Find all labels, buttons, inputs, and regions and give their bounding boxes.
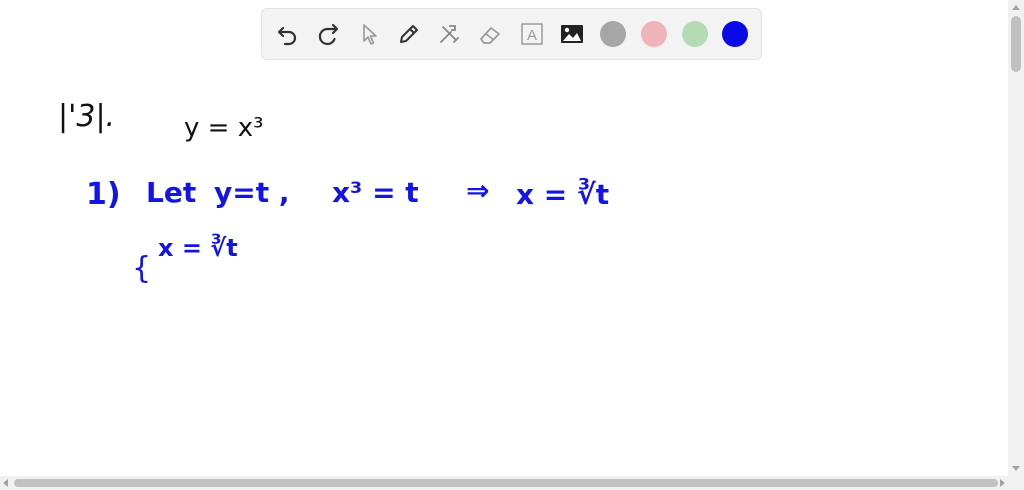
- let-word: Let: [146, 176, 196, 209]
- horizontal-scrollbar[interactable]: [0, 476, 1024, 490]
- image-button[interactable]: [558, 20, 586, 48]
- undo-icon: [277, 26, 297, 46]
- scroll-left-arrow-icon[interactable]: [3, 479, 8, 487]
- scroll-down-arrow-icon[interactable]: [1012, 466, 1020, 471]
- eraser-button[interactable]: [476, 20, 504, 48]
- scroll-up-arrow-icon[interactable]: [1012, 5, 1020, 10]
- color-pink-swatch[interactable]: [641, 21, 667, 47]
- redo-button[interactable]: [314, 20, 342, 48]
- vertical-scrollbar[interactable]: [1008, 0, 1024, 476]
- pen-button[interactable]: [395, 20, 423, 48]
- text-tool-glyph: A: [527, 27, 537, 44]
- problem-number: |'3|.: [58, 99, 115, 134]
- implies-arrow: ⇒: [466, 174, 489, 207]
- eraser-icon: [480, 27, 500, 44]
- vertical-scroll-thumb[interactable]: [1011, 16, 1021, 72]
- step-index: 1): [86, 177, 121, 212]
- redo-icon: [318, 23, 339, 46]
- equation-text: y = x³: [184, 113, 264, 143]
- color-green-swatch[interactable]: [682, 21, 708, 47]
- text-box-icon: A: [521, 23, 543, 45]
- text-button[interactable]: A: [518, 20, 546, 48]
- tools-button[interactable]: [435, 20, 463, 48]
- select-pointer-icon: [363, 24, 377, 45]
- whiteboard-canvas[interactable]: |'3|. y = x³ 1) Let y=t , x³ = t ⇒ x = ∛…: [0, 70, 1008, 478]
- color-gray-swatch[interactable]: [600, 21, 626, 47]
- undo-button[interactable]: [274, 20, 302, 48]
- system-line-1: x = ∛t: [158, 233, 238, 262]
- result-expression: x = ∛t: [516, 177, 609, 211]
- horizontal-scroll-thumb[interactable]: [14, 479, 998, 487]
- let-expression: y=t ,: [214, 176, 289, 209]
- drawing-toolbar: A: [261, 8, 762, 60]
- x-cubed-expression: x³ = t: [332, 176, 419, 209]
- scroll-right-arrow-icon[interactable]: [1000, 479, 1005, 487]
- system-brace: {: [132, 251, 151, 286]
- tools-icon: [440, 25, 459, 43]
- select-button[interactable]: [355, 20, 383, 48]
- image-icon: [561, 25, 583, 43]
- color-blue-swatch[interactable]: [722, 21, 748, 47]
- pen-icon: [400, 25, 418, 43]
